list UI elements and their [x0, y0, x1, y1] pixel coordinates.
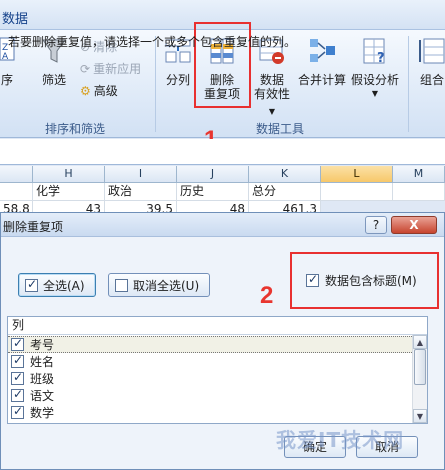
group-icon [419, 38, 445, 64]
group-button[interactable]: 组合 [412, 36, 445, 87]
table-cell[interactable]: 历史 [177, 183, 249, 201]
dialog-title: 删除重复项 [3, 220, 64, 234]
list-item[interactable]: 语文 [8, 387, 412, 404]
dialog-title-bar[interactable]: 删除重复项 ? X [1, 213, 444, 237]
data-tools-group-label: 数据工具 [255, 122, 304, 136]
chevron-down-icon: ▼ [268, 107, 276, 116]
group-divider [408, 36, 409, 132]
step-marker-2: 2 [260, 282, 274, 309]
list-item[interactable]: 姓名 [8, 353, 412, 370]
table-cell[interactable]: 政治 [105, 183, 177, 201]
table-cell[interactable] [393, 183, 445, 201]
advanced-filter-icon: ⚙ [80, 83, 91, 98]
highlight-box-has-headers [290, 252, 439, 309]
table-cell[interactable]: 化学 [33, 183, 105, 201]
group-divider [155, 36, 156, 132]
scroll-up-icon[interactable]: ▲ [413, 335, 427, 349]
column-header-j[interactable]: J [177, 166, 249, 183]
select-all-button[interactable]: 全选(A) [18, 273, 96, 297]
checkbox-icon[interactable] [11, 404, 24, 419]
what-if-analysis-icon: ? [363, 38, 385, 66]
checkbox-icon[interactable] [11, 370, 24, 385]
table-cell[interactable] [321, 183, 393, 201]
column-header-m[interactable]: M [393, 166, 445, 183]
what-if-analysis-button[interactable]: ? 假设分析 ▼ [348, 36, 402, 101]
svg-text:?: ? [377, 51, 385, 66]
column-header-h[interactable]: H [33, 166, 105, 183]
column-header-k[interactable]: K [249, 166, 321, 183]
unselect-all-button[interactable]: 取消全选(U) [108, 273, 210, 297]
reapply-icon: ⟳ [80, 61, 91, 76]
list-scrollbar[interactable]: ▲ ▼ [412, 335, 427, 423]
consolidate-icon [310, 39, 335, 62]
svg-text:A: A [2, 52, 9, 62]
columns-listbox[interactable]: 列 考号 姓名 班级 语文 数学 ▲ ▼ [7, 316, 428, 424]
advanced-filter-button[interactable]: ⚙ 高级 [80, 82, 118, 99]
dialog-instruction: 若要删除重复值，请选择一个或多个包含重复值的列。 [8, 35, 297, 49]
close-button[interactable]: X [391, 216, 437, 234]
column-header-i[interactable]: I [105, 166, 177, 183]
checkbox-icon [25, 277, 38, 292]
list-item[interactable]: 考号 [8, 336, 412, 353]
formula-bar[interactable] [0, 139, 445, 165]
reapply-button[interactable]: ⟳ 重新应用 [80, 60, 141, 77]
consolidate-button[interactable]: 合并计算 [296, 36, 348, 87]
checkbox-icon[interactable] [11, 336, 24, 351]
ribbon-tab-label[interactable]: 数据 [2, 8, 28, 27]
chevron-down-icon: ▼ [371, 89, 379, 98]
list-header: 列 [8, 317, 427, 335]
scroll-down-icon[interactable]: ▼ [413, 409, 427, 423]
sort-filter-group-label: 排序和筛选 [44, 122, 105, 136]
table-cell[interactable] [0, 183, 33, 201]
column-header-blank [0, 166, 33, 183]
list-item[interactable]: 数学 [8, 404, 412, 421]
checkbox-icon [115, 278, 128, 292]
column-header-l[interactable]: L [321, 166, 393, 183]
watermark: 我爱IT技术网 [276, 428, 405, 452]
list-item[interactable]: 班级 [8, 370, 412, 387]
checkbox-icon[interactable] [11, 387, 24, 402]
scroll-thumb[interactable] [414, 349, 426, 385]
help-button[interactable]: ? [365, 216, 387, 234]
table-cell[interactable]: 总分 [249, 183, 321, 201]
checkbox-icon[interactable] [11, 353, 24, 368]
